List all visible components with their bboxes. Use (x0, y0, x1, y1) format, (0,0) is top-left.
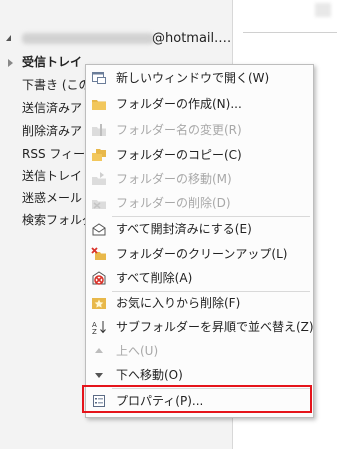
redacted-text (315, 3, 331, 17)
menu-item-label: サブフォルダーを昇順で並べ替え(Z) (116, 320, 314, 334)
folder-label: 削除済みア (22, 124, 83, 138)
menu-item-sort-subfolders[interactable]: AZ サブフォルダーを昇順で並べ替え(Z) (86, 316, 314, 338)
menu-item-copy-folder[interactable]: フォルダーのコピー(C) (86, 144, 313, 166)
menu-item-move-up[interactable]: 上へ(U) (86, 340, 313, 362)
menu-item-label: 下へ移動(O) (116, 368, 183, 382)
cleanup-folder-icon (91, 246, 107, 262)
copy-folder-icon (91, 147, 107, 163)
menu-item-rename-folder[interactable]: フォルダー名の変更(R) (86, 119, 313, 141)
menu-item-label: すべて削除(A) (116, 271, 193, 285)
menu-separator (112, 216, 310, 217)
folder-label: 迷惑メール (22, 191, 83, 205)
menu-item-create-folder[interactable]: フォルダーの作成(N)... (86, 93, 313, 115)
collapse-triangle-icon[interactable] (6, 35, 11, 41)
menu-item-cleanup-folder[interactable]: フォルダーのクリーンアップ(L) (86, 243, 313, 265)
menu-item-label: フォルダーのコピー(C) (116, 148, 242, 162)
menu-item-label: フォルダーの削除(D) (116, 196, 231, 210)
redacted-email-username (22, 33, 154, 44)
account-row[interactable]: @hotmail.… (0, 28, 232, 50)
new-window-icon (91, 70, 107, 86)
menu-item-label: 上へ(U) (116, 344, 159, 358)
highlight-box (82, 385, 312, 413)
menu-item-label: フォルダーの移動(M) (116, 172, 232, 186)
rename-folder-icon (91, 122, 107, 138)
folder-label: 下書き (この (22, 78, 91, 92)
delete-folder-icon (91, 195, 107, 211)
move-up-icon (91, 343, 107, 359)
menu-item-label: すべて開封済みにする(E) (116, 222, 252, 236)
context-menu: 新しいウィンドウで開く(W) フォルダーの作成(N)... フォルダー名の変更(… (85, 64, 314, 418)
menu-item-delete-all[interactable]: すべて削除(A) (86, 267, 313, 289)
folder-label: 受信トレイ (22, 55, 83, 69)
menu-item-move-down[interactable]: 下へ移動(O) (86, 364, 313, 386)
account-domain: @hotmail.… (152, 31, 232, 46)
sort-az-icon: AZ (91, 319, 107, 336)
svg-text:Z: Z (92, 328, 97, 335)
move-down-icon (91, 367, 107, 383)
folder-label: 送信済みア (22, 101, 83, 115)
menu-item-move-folder[interactable]: フォルダーの移動(M) (86, 168, 313, 190)
menu-item-remove-favorite[interactable]: お気に入りから削除(F) (86, 292, 313, 314)
menu-item-open-new-window[interactable]: 新しいウィンドウで開く(W) (86, 67, 313, 89)
folder-label: 検索フォルダ (22, 213, 95, 227)
favorite-remove-icon (91, 295, 107, 311)
expand-arrow-icon[interactable] (8, 59, 13, 67)
folder-label: 送信トレイ (22, 169, 83, 183)
mark-all-read-icon (91, 221, 107, 237)
menu-item-label: フォルダー名の変更(R) (116, 123, 242, 137)
menu-item-delete-folder[interactable]: フォルダーの削除(D) (86, 192, 313, 214)
divider (243, 32, 337, 33)
delete-all-icon (91, 270, 107, 286)
menu-item-label: フォルダーの作成(N)... (116, 97, 242, 111)
move-folder-icon (91, 171, 107, 187)
menu-item-label: フォルダーのクリーンアップ(L) (116, 247, 288, 261)
new-folder-icon (91, 96, 107, 112)
menu-item-label: お気に入りから削除(F) (116, 296, 241, 310)
menu-item-label: 新しいウィンドウで開く(W) (116, 71, 270, 85)
menu-item-mark-all-read[interactable]: すべて開封済みにする(E) (86, 218, 313, 240)
